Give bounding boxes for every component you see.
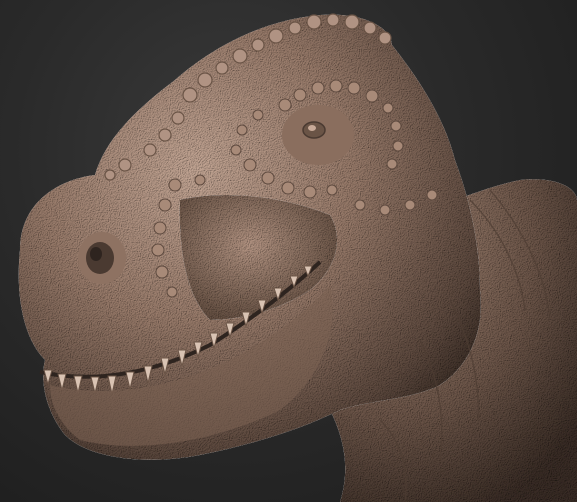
nostril bbox=[78, 232, 126, 284]
sculpt-viewport bbox=[0, 0, 577, 502]
eye bbox=[282, 105, 354, 165]
dinosaur-head-sculpt bbox=[18, 13, 577, 502]
